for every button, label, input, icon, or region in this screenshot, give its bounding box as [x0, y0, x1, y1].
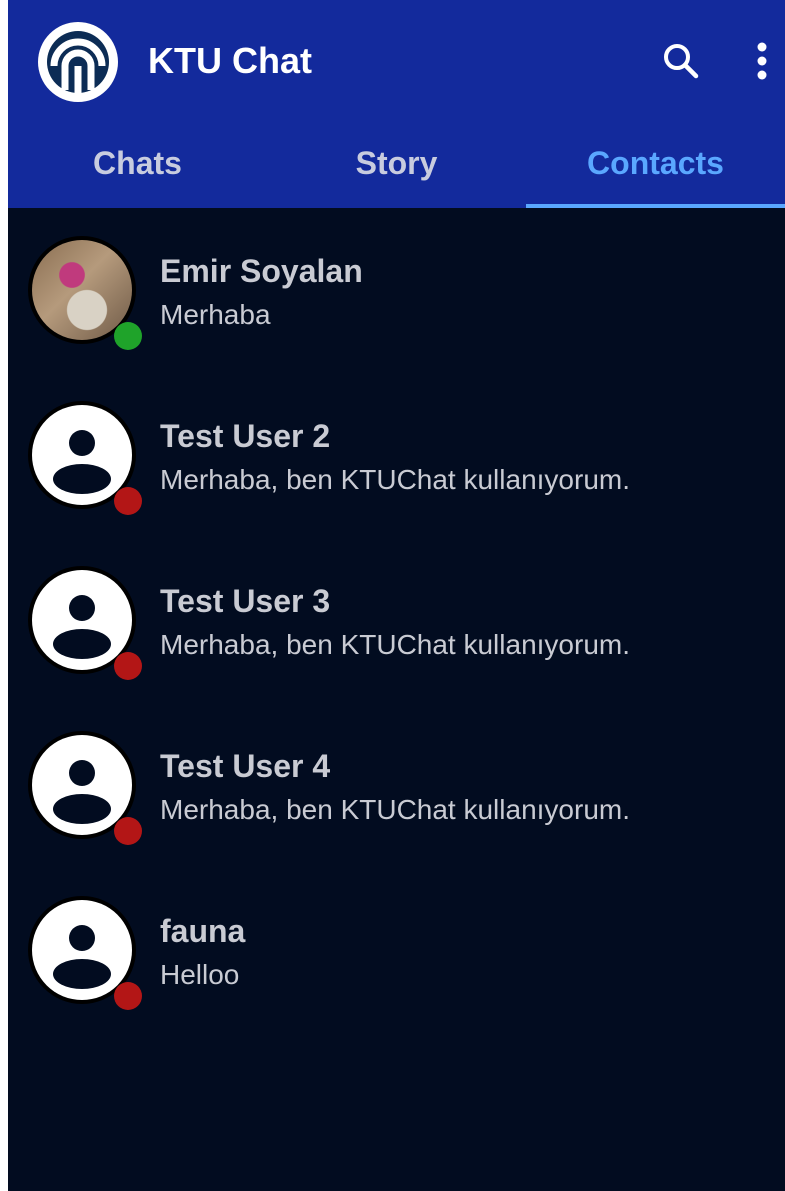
contact-status-message: Merhaba, ben KTUChat kullanıyorum.	[160, 464, 630, 495]
avatar	[28, 896, 142, 1010]
contact-name: fauna	[160, 913, 246, 949]
tab-contacts[interactable]: Contacts	[526, 122, 785, 208]
tab-chats[interactable]: Chats	[8, 122, 267, 208]
app-bar: KTU Chat Chats Story Contacts	[8, 0, 785, 208]
contact-name: Emir Soyalan	[160, 253, 363, 289]
contact-list: Emir Soyalan Merhaba Test User 2 Merhaba…	[8, 208, 785, 1033]
avatar	[28, 401, 142, 515]
avatar	[28, 566, 142, 680]
contact-name: Test User 2	[160, 418, 331, 454]
online-status-badge	[114, 322, 142, 350]
contact-status-message: Merhaba, ben KTUChat kullanıyorum.	[160, 794, 630, 825]
avatar	[28, 236, 142, 350]
contact-row[interactable]: Test User 2 Merhaba, ben KTUChat kullanı…	[8, 373, 785, 538]
avatar	[28, 731, 142, 845]
contact-status-message: Merhaba, ben KTUChat kullanıyorum.	[160, 629, 630, 660]
offline-status-badge	[114, 487, 142, 515]
search-button[interactable]	[656, 36, 706, 86]
search-icon	[664, 44, 699, 79]
contact-name: Test User 3	[160, 583, 331, 619]
contact-row[interactable]: Test User 3 Merhaba, ben KTUChat kullanı…	[8, 538, 785, 703]
default-avatar-icon	[32, 735, 132, 835]
avatar-photo	[32, 240, 132, 340]
contact-name: Test User 4	[160, 748, 331, 784]
default-avatar-icon	[32, 570, 132, 670]
contact-status-message: Merhaba	[160, 299, 271, 330]
device-frame: KTU Chat Chats Story Contacts Emir Soyal…	[0, 0, 785, 1191]
ktu-logo-icon	[38, 22, 118, 102]
tab-story[interactable]: Story	[267, 122, 526, 208]
default-avatar-icon	[32, 900, 132, 1000]
contact-row[interactable]: Emir Soyalan Merhaba	[8, 208, 785, 373]
contact-row[interactable]: Test User 4 Merhaba, ben KTUChat kullanı…	[8, 703, 785, 868]
offline-status-badge	[114, 652, 142, 680]
app-screen: KTU Chat Chats Story Contacts Emir Soyal…	[8, 0, 785, 1191]
offline-status-badge	[114, 982, 142, 1010]
offline-status-badge	[114, 817, 142, 845]
tab-bar: Chats Story Contacts	[8, 122, 785, 208]
contact-row[interactable]: fauna Helloo	[8, 868, 785, 1033]
more-options-button[interactable]	[742, 36, 782, 86]
more-vertical-icon	[757, 42, 767, 80]
default-avatar-icon	[32, 405, 132, 505]
contact-status-message: Helloo	[160, 959, 240, 990]
app-title: KTU Chat	[148, 40, 312, 81]
